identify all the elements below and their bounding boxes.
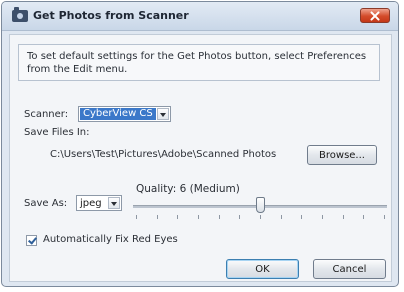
camera-icon: [12, 7, 28, 22]
scanner-dropdown-button[interactable]: [157, 108, 169, 120]
chevron-down-icon: [111, 202, 117, 206]
browse-button[interactable]: Browse...: [307, 145, 377, 165]
red-eye-label[interactable]: Automatically Fix Red Eyes: [43, 234, 178, 245]
slider-tick: [281, 215, 282, 219]
slider-tick: [384, 215, 385, 219]
slider-tick: [157, 215, 158, 219]
info-message: To set default settings for the Get Phot…: [18, 44, 380, 81]
slider-tick: [363, 215, 364, 219]
slider-tick: [239, 215, 240, 219]
scanner-label: Scanner:: [24, 109, 69, 120]
window-title: Get Photos from Scanner: [33, 9, 189, 22]
slider-tick: [343, 215, 344, 219]
dialog-content: To set default settings for the Get Phot…: [9, 34, 392, 282]
save-files-label: Save Files In:: [24, 127, 90, 138]
quality-label: Quality: 6 (Medium): [136, 183, 240, 195]
close-button[interactable]: [360, 8, 390, 23]
dialog-window: Get Photos from Scanner To set default s…: [1, 1, 399, 287]
save-as-label: Save As:: [24, 198, 68, 209]
red-eye-checkbox[interactable]: [26, 235, 37, 246]
slider-tick: [260, 215, 261, 219]
slider-tick: [301, 215, 302, 219]
slider-tick: [136, 215, 137, 219]
slider-tick: [198, 215, 199, 219]
slider-tick: [322, 215, 323, 219]
scanner-selected-value: CyberView CS: [80, 108, 156, 120]
scanner-select[interactable]: CyberView CS: [78, 106, 171, 122]
save-path: C:\Users\Test\Pictures\Adobe\Scanned Pho…: [50, 149, 277, 160]
slider-tick: [177, 215, 178, 219]
save-as-dropdown-button[interactable]: [108, 197, 120, 209]
title-bar[interactable]: Get Photos from Scanner: [2, 2, 398, 31]
chevron-down-icon: [160, 113, 166, 117]
checkmark-icon: [28, 235, 37, 245]
close-icon: [370, 11, 380, 21]
slider-tick: [219, 215, 220, 219]
cancel-button[interactable]: Cancel: [313, 259, 386, 279]
save-as-select[interactable]: jpeg: [76, 195, 122, 211]
save-as-selected-value: jpeg: [80, 197, 102, 209]
ok-button[interactable]: OK: [226, 259, 299, 279]
quality-slider-thumb[interactable]: [256, 197, 265, 213]
